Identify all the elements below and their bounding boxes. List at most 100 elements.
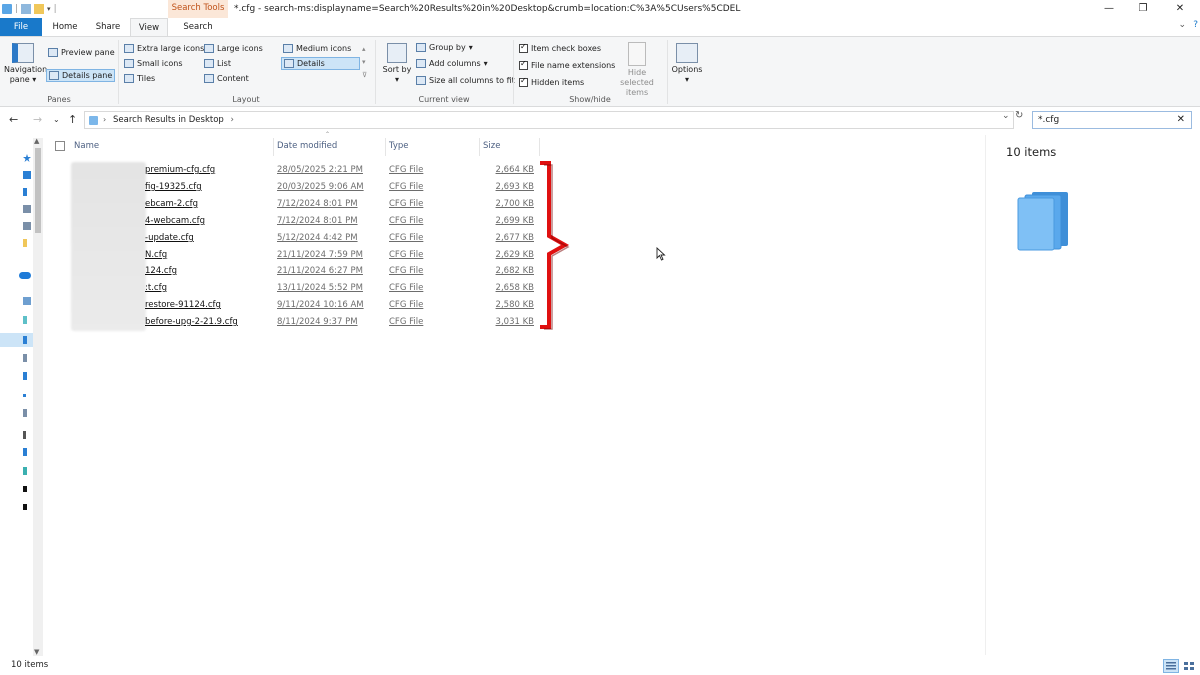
drive-icon[interactable] bbox=[23, 486, 27, 492]
clear-search-icon[interactable]: ✕ bbox=[1177, 114, 1185, 125]
minimize-button[interactable]: — bbox=[1101, 2, 1117, 16]
videos-icon[interactable] bbox=[23, 431, 26, 439]
medium-icons-option[interactable]: Medium icons bbox=[283, 44, 351, 53]
drive-icon[interactable] bbox=[23, 467, 27, 475]
breadcrumb[interactable]: Search Results in Desktop › bbox=[113, 115, 234, 125]
pictures-icon[interactable] bbox=[23, 409, 27, 417]
navigation-pane-scrollbar[interactable]: ▲ ▼ bbox=[33, 137, 43, 656]
new-folder-icon[interactable] bbox=[34, 4, 45, 14]
size-all-columns-button[interactable]: Size all columns to fit bbox=[416, 76, 515, 85]
tiles-option[interactable]: Tiles bbox=[124, 74, 155, 83]
refresh-icon[interactable]: ↻ bbox=[1015, 110, 1023, 121]
file-name[interactable]: 124.cfg bbox=[145, 266, 177, 276]
documents-icon[interactable] bbox=[23, 205, 31, 213]
column-divider[interactable] bbox=[479, 138, 480, 156]
small-icons-option[interactable]: Small icons bbox=[124, 59, 183, 68]
preview-pane-button[interactable]: Preview pane bbox=[48, 48, 115, 57]
breadcrumb-chevron-icon[interactable]: › bbox=[231, 115, 234, 125]
column-header-date-modified[interactable]: Date modified bbox=[277, 141, 337, 151]
music-icon[interactable] bbox=[23, 394, 26, 397]
details-view-icon[interactable] bbox=[1163, 659, 1179, 673]
desktop-icon[interactable] bbox=[23, 336, 27, 344]
file-name[interactable]: fig-19325.cfg bbox=[145, 182, 202, 192]
column-header-type[interactable]: Type bbox=[389, 141, 409, 151]
file-row[interactable]: 4-webcam.cfg 7/12/2024 8:01 PM CFG File … bbox=[145, 214, 540, 230]
large-icons-view-icon[interactable] bbox=[1181, 659, 1197, 673]
properties-icon[interactable] bbox=[21, 4, 32, 14]
file-name[interactable]: restore-91124.cfg bbox=[145, 300, 221, 310]
tab-file[interactable]: File bbox=[0, 18, 42, 36]
onedrive-icon[interactable] bbox=[19, 272, 31, 279]
extra-large-icons-option[interactable]: Extra large icons bbox=[124, 44, 204, 53]
search-input[interactable]: *.cfg ✕ bbox=[1032, 111, 1192, 129]
folder-icon[interactable] bbox=[2, 4, 12, 14]
quick-access-star-icon[interactable] bbox=[23, 154, 31, 162]
column-divider[interactable] bbox=[539, 138, 540, 156]
column-divider[interactable] bbox=[273, 138, 274, 156]
downloads-icon[interactable] bbox=[23, 188, 27, 196]
navigation-pane-button[interactable]: Navigation pane ▾ bbox=[4, 43, 47, 85]
tab-share[interactable]: Share bbox=[88, 18, 128, 36]
folder-icon[interactable] bbox=[23, 239, 27, 247]
customize-toolbar-icon[interactable]: ▾ bbox=[47, 5, 51, 13]
file-row[interactable]: N.cfg 21/11/2024 7:59 PM CFG File 2,629 … bbox=[145, 248, 540, 264]
close-button[interactable]: ✕ bbox=[1172, 2, 1188, 16]
address-bar[interactable]: › Search Results in Desktop › bbox=[84, 111, 1014, 129]
this-pc-icon[interactable] bbox=[23, 297, 31, 305]
file-name[interactable]: premium-cfg.cfg bbox=[145, 165, 215, 175]
details-option[interactable]: Details bbox=[281, 57, 360, 70]
column-header-name[interactable]: Name bbox=[74, 141, 99, 151]
drive-icon[interactable] bbox=[23, 448, 27, 456]
details-pane-button[interactable]: Details pane bbox=[46, 69, 116, 82]
file-row[interactable]: :t.cfg 13/11/2024 5:52 PM CFG File 2,658… bbox=[145, 281, 540, 297]
scroll-down-icon[interactable]: ▼ bbox=[34, 648, 39, 656]
item-check-boxes-toggle[interactable]: Item check boxes bbox=[519, 42, 601, 53]
file-row[interactable]: restore-91124.cfg 9/11/2024 10:16 AM CFG… bbox=[145, 298, 540, 314]
file-row[interactable]: before-upg-2-21.9.cfg 8/11/2024 9:37 PM … bbox=[145, 315, 540, 331]
breadcrumb-chevron-icon[interactable]: › bbox=[103, 115, 106, 124]
file-name[interactable]: before-upg-2-21.9.cfg bbox=[145, 317, 238, 327]
group-by-button[interactable]: Group by ▾ bbox=[416, 43, 473, 52]
maximize-button[interactable]: ❐ bbox=[1135, 2, 1151, 16]
documents-icon[interactable] bbox=[23, 354, 27, 362]
file-name[interactable]: :t.cfg bbox=[145, 283, 167, 293]
options-button[interactable]: Options ▾ bbox=[670, 43, 704, 85]
hidden-items-toggle[interactable]: Hidden items bbox=[519, 76, 584, 87]
column-header-size[interactable]: Size bbox=[483, 141, 500, 151]
file-name[interactable]: ebcam-2.cfg bbox=[145, 199, 198, 209]
sort-by-button[interactable]: Sort by ▾ bbox=[382, 43, 412, 85]
downloads-icon[interactable] bbox=[23, 372, 27, 380]
back-arrow-icon[interactable]: ← bbox=[9, 113, 18, 126]
up-arrow-icon[interactable]: ↑ bbox=[68, 113, 77, 126]
select-all-checkbox[interactable] bbox=[55, 141, 65, 151]
tab-home[interactable]: Home bbox=[46, 18, 84, 36]
scrollbar-thumb[interactable] bbox=[35, 148, 41, 233]
file-name[interactable]: 4-webcam.cfg bbox=[145, 216, 205, 226]
file-row[interactable]: ebcam-2.cfg 7/12/2024 8:01 PM CFG File 2… bbox=[145, 197, 540, 213]
file-name[interactable]: -update.cfg bbox=[145, 233, 194, 243]
3d-objects-icon[interactable] bbox=[23, 316, 27, 324]
list-option[interactable]: List bbox=[204, 59, 231, 68]
address-dropdown-icon[interactable]: ⌄ bbox=[1002, 111, 1010, 121]
file-row[interactable]: -update.cfg 5/12/2024 4:42 PM CFG File 2… bbox=[145, 231, 540, 247]
hide-selected-items-button[interactable]: Hide selected items bbox=[610, 42, 664, 98]
scroll-up-icon[interactable]: ▲ bbox=[34, 137, 39, 145]
nav-selected-item[interactable] bbox=[0, 333, 33, 347]
layout-gallery-scroll[interactable]: ▴ ▾ ⊽ bbox=[362, 43, 367, 82]
recent-locations-icon[interactable]: ⌄ bbox=[53, 115, 60, 124]
file-row[interactable]: fig-19325.cfg 20/03/2025 9:06 AM CFG Fil… bbox=[145, 180, 540, 196]
help-icon[interactable]: ? bbox=[1193, 20, 1198, 30]
pictures-icon[interactable] bbox=[23, 222, 31, 230]
column-divider[interactable] bbox=[385, 138, 386, 156]
tab-view[interactable]: View bbox=[130, 18, 168, 36]
add-columns-button[interactable]: Add columns ▾ bbox=[416, 59, 488, 68]
file-row[interactable]: premium-cfg.cfg 28/05/2025 2:21 PM CFG F… bbox=[145, 163, 540, 179]
file-name[interactable]: N.cfg bbox=[145, 250, 167, 260]
breadcrumb-search-results[interactable]: Search Results in Desktop bbox=[113, 115, 224, 125]
search-query-text[interactable]: *.cfg bbox=[1038, 115, 1059, 125]
network-icon[interactable] bbox=[23, 504, 27, 510]
large-icons-option[interactable]: Large icons bbox=[204, 44, 263, 53]
chevron-down-icon[interactable]: ⌄ bbox=[1178, 20, 1186, 30]
file-row[interactable]: 124.cfg 21/11/2024 6:27 PM CFG File 2,68… bbox=[145, 264, 540, 280]
file-name-extensions-toggle[interactable]: File name extensions bbox=[519, 59, 615, 70]
